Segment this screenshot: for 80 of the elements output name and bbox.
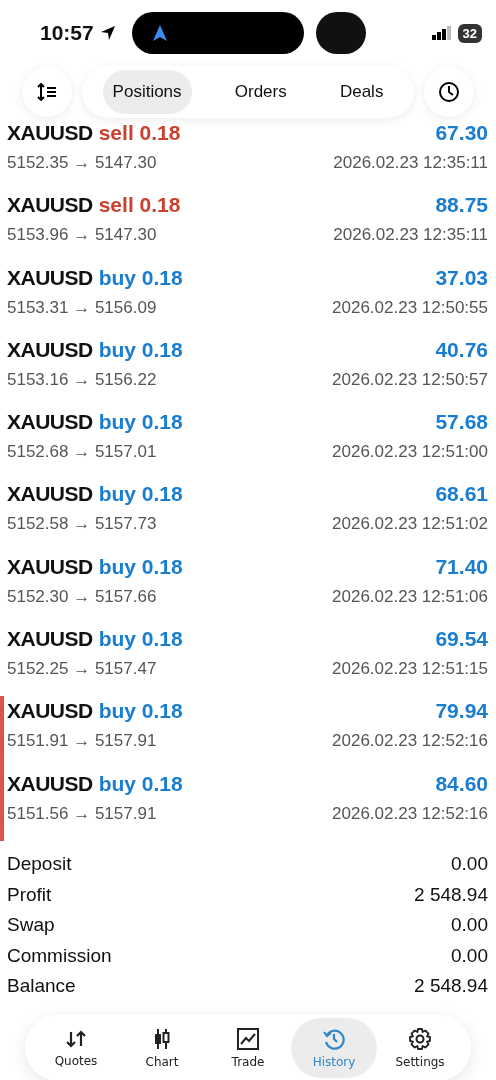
deal-time: 2026.02.23 12:35:11 [333, 225, 488, 246]
deal-profit: 71.40 [435, 554, 488, 579]
deal-type: sell 0.18 [98, 121, 181, 145]
history-icon [323, 1027, 345, 1050]
tab[interactable]: Positions [102, 70, 192, 114]
status-time: 10:57 [40, 21, 94, 45]
nav-item[interactable]: Chart [119, 1018, 205, 1079]
deal-type: buy 0.18 [98, 265, 183, 290]
deal-prices: 5152.30 → 5157.66 [7, 586, 157, 607]
deal-time: 2026.02.23 12:52:16 [332, 803, 488, 824]
deal-profit: 40.76 [435, 337, 488, 362]
deal-symbol: XAUUSD [7, 554, 93, 579]
deal-type: buy 0.18 [98, 699, 183, 724]
camera-island [315, 12, 366, 54]
deal-symbol: XAUUSD [7, 193, 93, 218]
summary-label: Profit [7, 883, 52, 906]
deal-prices: 5153.16 → 5156.22 [7, 369, 157, 390]
summary-value: 0.00 [451, 853, 488, 876]
sort-icon [37, 83, 57, 101]
deal-symbol: XAUUSD [7, 482, 93, 507]
deal-profit: 68.61 [435, 482, 488, 507]
up-down-arrows-icon [65, 1028, 87, 1049]
deal-time: 2026.02.23 12:50:57 [332, 369, 488, 390]
deal-time: 2026.02.23 12:51:06 [332, 586, 488, 607]
tab[interactable]: Deals [329, 70, 394, 114]
deal-prices: 5153.31 → 5156.09 [7, 297, 157, 318]
nav-item[interactable]: Trade [205, 1018, 291, 1079]
signal-icon [431, 26, 452, 40]
tab[interactable]: Orders [224, 70, 297, 114]
summary-value: 0.00 [451, 914, 488, 937]
summary-value: 0.00 [451, 944, 488, 967]
deal-prices: 5153.96 → 5147.30 [7, 225, 157, 246]
battery-level: 32 [457, 23, 482, 43]
deal-prices: 5151.91 → 5157.91 [7, 731, 157, 752]
deal-profit: 88.75 [435, 193, 488, 218]
deal-type: sell 0.18 [98, 193, 181, 218]
summary-value: 2 548.94 [414, 883, 488, 906]
deal-profit: 69.54 [435, 627, 488, 652]
nav-item[interactable]: Quotes [33, 1018, 119, 1079]
deal-symbol: XAUUSD [7, 699, 93, 724]
candlestick-icon [152, 1027, 172, 1050]
summary-label: Deposit [7, 853, 72, 876]
deal-prices: 5151.56 → 5157.91 [7, 803, 157, 824]
deal-profit: 57.68 [435, 410, 488, 435]
deal-profit: 37.03 [435, 265, 488, 290]
deal-symbol: XAUUSD [7, 337, 93, 362]
deal-time: 2026.02.23 12:51:02 [332, 514, 488, 535]
deal-symbol: XAUUSD [7, 121, 93, 145]
deal-prices: 5152.35 → 5147.30 [7, 153, 157, 173]
deal-prices: 5152.68 → 5157.01 [7, 442, 157, 463]
clock-icon [438, 81, 460, 103]
navigation-arrow-icon [151, 24, 168, 42]
deal-profit: 84.60 [435, 771, 488, 796]
deal-type: buy 0.18 [98, 771, 183, 796]
deal-symbol: XAUUSD [7, 410, 93, 435]
deal-symbol: XAUUSD [7, 265, 93, 290]
deal-symbol: XAUUSD [7, 627, 93, 652]
summary-value: 2 548.94 [414, 975, 488, 998]
deal-type: buy 0.18 [98, 337, 183, 362]
deal-time: 2026.02.23 12:35:11 [333, 153, 488, 173]
deal-type: buy 0.18 [98, 554, 183, 579]
summary-label: Swap [7, 914, 55, 937]
deal-profit: 67.30 [435, 121, 488, 145]
deal-type: buy 0.18 [98, 627, 183, 652]
deal-prices: 5152.25 → 5157.47 [7, 659, 157, 680]
line-chart-icon [237, 1027, 259, 1050]
settings-icon [409, 1027, 431, 1050]
nav-item[interactable]: Settings [377, 1018, 463, 1079]
deal-prices: 5152.58 → 5157.73 [7, 514, 157, 535]
summary-label: Commission [7, 944, 112, 967]
deal-time: 2026.02.23 12:52:16 [332, 731, 488, 752]
deal-type: buy 0.18 [98, 410, 183, 435]
summary-label: Balance [7, 975, 76, 998]
deal-profit: 79.94 [435, 699, 488, 724]
deal-type: buy 0.18 [98, 482, 183, 507]
location-arrow-icon [99, 25, 116, 41]
deal-time: 2026.02.23 12:51:00 [332, 442, 488, 463]
deal-time: 2026.02.23 12:51:15 [332, 659, 488, 680]
deal-time: 2026.02.23 12:50:55 [332, 297, 488, 318]
deal-symbol: XAUUSD [7, 771, 93, 796]
